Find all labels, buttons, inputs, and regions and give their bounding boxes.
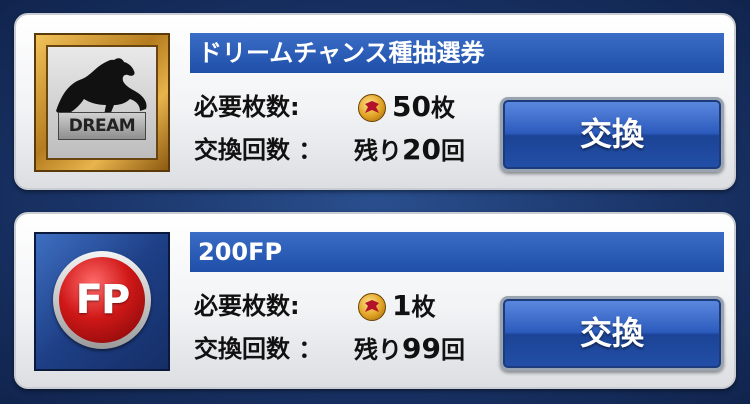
item-title: ドリームチャンス種抽選券	[190, 33, 724, 73]
exchange-button[interactable]: 交換	[500, 296, 724, 371]
remaining-unit: 回	[440, 336, 465, 364]
cost-unit: 枚	[430, 94, 455, 122]
item-title: 200FP	[190, 232, 724, 272]
exchange-button[interactable]: 交換	[500, 97, 724, 172]
medal-icon	[358, 94, 386, 122]
required-cost: 50枚	[358, 90, 455, 124]
exchange-item-card: DREAM ドリームチャンス種抽選券 必要枚数: 50枚 交換回数 ： 残り20…	[14, 13, 736, 190]
cost-value: 50	[392, 90, 431, 123]
dream-thumbnail-inner: DREAM	[46, 45, 158, 160]
fp-badge-label: FP	[59, 257, 145, 343]
dream-thumbnail-label: DREAM	[58, 112, 146, 140]
remaining-value: 20	[402, 133, 441, 166]
medal-icon	[358, 293, 386, 321]
cost-value: 1	[392, 289, 412, 322]
remaining-prefix: 残り	[354, 137, 402, 165]
required-label: 必要枚数:	[194, 292, 300, 320]
required-cost: 1枚	[358, 289, 435, 323]
fp-badge-ring: FP	[53, 251, 151, 349]
dream-ticket-thumbnail: DREAM	[34, 33, 170, 172]
exchange-count-label: 交換回数 ：	[194, 136, 323, 164]
fp-thumbnail: FP	[34, 232, 170, 371]
remaining-unit: 回	[440, 137, 465, 165]
cost-unit: 枚	[411, 293, 436, 321]
required-label: 必要枚数:	[194, 93, 300, 121]
remaining-value: 99	[402, 332, 441, 365]
remaining-prefix: 残り	[354, 336, 402, 364]
remaining-count: 残り99回	[354, 332, 465, 366]
remaining-count: 残り20回	[354, 133, 465, 167]
exchange-item-card: FP 200FP 必要枚数: 1枚 交換回数 ： 残り99回 交換	[14, 212, 736, 389]
exchange-count-label: 交換回数 ：	[194, 335, 323, 363]
